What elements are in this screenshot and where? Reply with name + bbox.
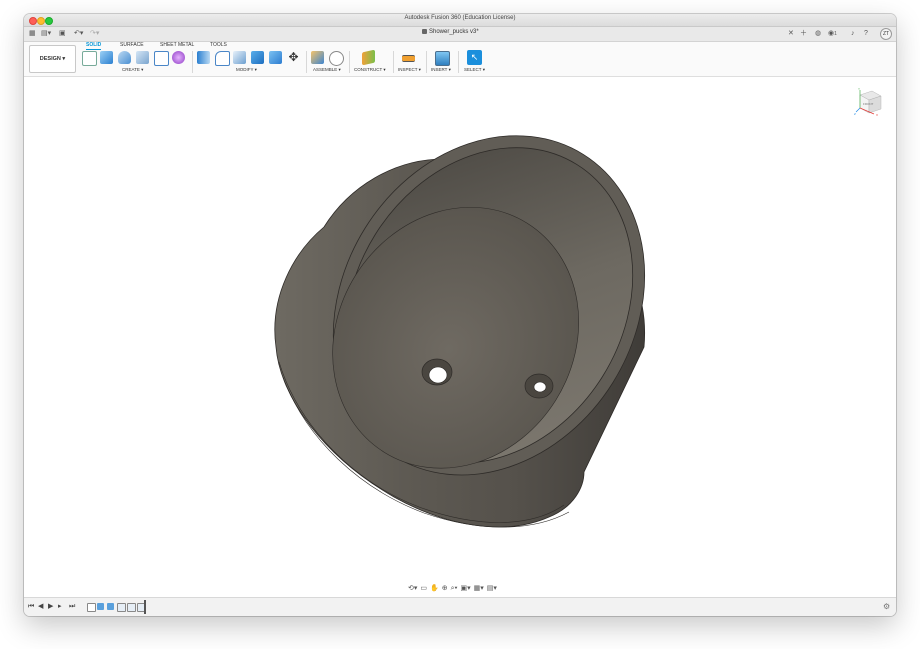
tab-solid[interactable]: SOLID [86,42,102,50]
jobs-icon[interactable]: ◉1 [828,29,837,39]
select-cursor-icon[interactable]: ↖ [467,50,482,65]
shell-icon[interactable] [233,51,246,64]
sweep-icon[interactable] [136,51,149,64]
loft-icon[interactable] [154,51,169,66]
insert-image-icon[interactable] [435,51,450,66]
tab-tools[interactable]: TOOLS [210,42,227,48]
combine-icon[interactable] [251,51,264,64]
revolve-icon[interactable] [118,51,131,64]
form-icon[interactable] [172,51,185,64]
timeline-marker[interactable] [144,600,146,614]
help-icon[interactable]: ? [864,29,868,38]
extensions-icon[interactable]: ◍ [815,29,821,38]
canvas-viewport[interactable]: FRONT X Y Z ⟲▾ ▭ ✋ ⊕ ⌕▾ ▣▾ ▦▾ ▤▾ [24,77,896,597]
divider [393,51,394,73]
group-inspect-label: INSPECT [398,67,418,72]
move-icon[interactable]: ✥ [287,51,300,64]
z-axis-label: Z [854,112,856,116]
workspace-label: DESIGN [39,56,61,62]
viewports-icon[interactable]: ▤▾ [487,584,497,593]
group-modify[interactable]: MODIFY ▾ [236,67,257,73]
display-settings-icon[interactable]: ▣▾ [460,584,470,593]
group-insert-label: INSERT [431,67,448,72]
press-pull-icon[interactable] [197,51,210,64]
mounting-hole-large[interactable] [421,358,453,386]
group-modify-label: MODIFY [236,67,254,72]
step-forward-icon[interactable]: ▸ [58,602,62,612]
group-select[interactable]: SELECT ▾ [464,67,485,73]
group-assemble-label: ASSEMBLE [313,67,338,72]
timeline-feature-sketch[interactable] [87,603,96,612]
grid-settings-icon[interactable]: ▦▾ [474,584,484,593]
navigation-bar: ⟲▾ ▭ ✋ ⊕ ⌕▾ ▣▾ ▦▾ ▤▾ [408,583,497,593]
workspace-switcher[interactable]: DESIGN ▾ [29,45,76,73]
extrude-icon[interactable] [100,51,113,64]
zoom-icon[interactable]: ⊕ [442,584,448,593]
divider [426,51,427,73]
timeline: ⏮ ◀ ▶ ▸ ⏭ ⚙ [24,597,896,616]
gear-icon[interactable]: ⚙ [883,602,890,612]
window-title: Autodesk Fusion 360 (Education License) [404,15,516,21]
y-axis-label: Y [858,87,860,91]
file-icon[interactable]: ▤▾ [41,29,51,38]
look-at-icon[interactable]: ▭ [420,584,427,593]
fit-icon[interactable]: ⌕▾ [451,584,458,593]
document-tab[interactable]: Shower_pucks v3* [422,29,479,35]
group-construct-label: CONSTRUCT [354,67,383,72]
close-icon[interactable]: ✕ [788,29,794,38]
orbit-icon[interactable]: ⟲▾ [408,584,417,593]
save-icon[interactable]: ▣ [59,29,66,38]
joint-icon[interactable] [329,51,344,66]
go-to-start-icon[interactable]: ⏮ [28,602,34,612]
timeline-feature-shell[interactable] [117,603,126,612]
group-construct[interactable]: CONSTRUCT ▾ [354,67,386,73]
create-sketch-icon[interactable] [82,51,97,66]
grid-icon[interactable]: ▦ [29,29,36,38]
divider [458,51,459,73]
avatar[interactable]: ZT [880,28,892,40]
undo-icon[interactable]: ↶▾ [74,29,83,38]
step-back-icon[interactable]: ◀ [38,602,43,612]
mounting-hole-small[interactable] [524,373,554,399]
pan-icon[interactable]: ✋ [430,584,439,593]
toolbar: DESIGN ▾ SOLID SURFACE SHEET METAL TOOLS… [24,42,896,77]
measure-icon[interactable] [402,55,415,62]
timeline-feature-extrude[interactable] [97,603,104,610]
plus-icon[interactable]: ＋ [800,29,807,38]
offset-plane-icon[interactable] [362,49,375,66]
divider [306,51,307,73]
z-axis-line [855,107,861,113]
fillet-icon[interactable] [215,51,230,66]
viewcube[interactable]: FRONT X Y Z [854,87,884,117]
new-component-icon[interactable] [311,51,324,64]
title-bar: Autodesk Fusion 360 (Education License) [24,14,896,27]
group-create[interactable]: CREATE ▾ [122,67,143,73]
group-inspect[interactable]: INSPECT ▾ [398,67,421,73]
viewcube-face-label: FRONT [863,102,873,106]
app-window: Autodesk Fusion 360 (Education License) … [24,14,896,616]
redo-icon[interactable]: ↷▾ [90,29,99,38]
group-select-label: SELECT [464,67,482,72]
timeline-feature-hole[interactable] [127,603,136,612]
tab-surface[interactable]: SURFACE [120,42,144,48]
group-assemble[interactable]: ASSEMBLE ▾ [313,67,341,73]
group-insert[interactable]: INSERT ▾ [431,67,451,73]
x-axis-label: X [876,113,878,117]
split-body-icon[interactable] [269,51,282,64]
play-icon[interactable]: ▶ [48,602,53,612]
document-icon [422,29,427,34]
tab-sheet-metal[interactable]: SHEET METAL [160,42,194,48]
divider [192,51,193,73]
tab-bar: ▦ ▤▾ ▣ ↶▾ ↷▾ Shower_pucks v3* ✕ ＋ ◍ ◉1 ♪… [24,27,896,42]
document-name: Shower_pucks v3* [429,29,479,36]
job-count: 1 [834,31,837,37]
bell-icon[interactable]: ♪ [851,29,855,38]
group-create-label: CREATE [122,67,140,72]
model-body[interactable] [24,77,896,597]
timeline-feature-extrude[interactable] [107,603,114,610]
go-to-end-icon[interactable]: ⏭ [69,602,75,612]
divider [349,51,350,73]
